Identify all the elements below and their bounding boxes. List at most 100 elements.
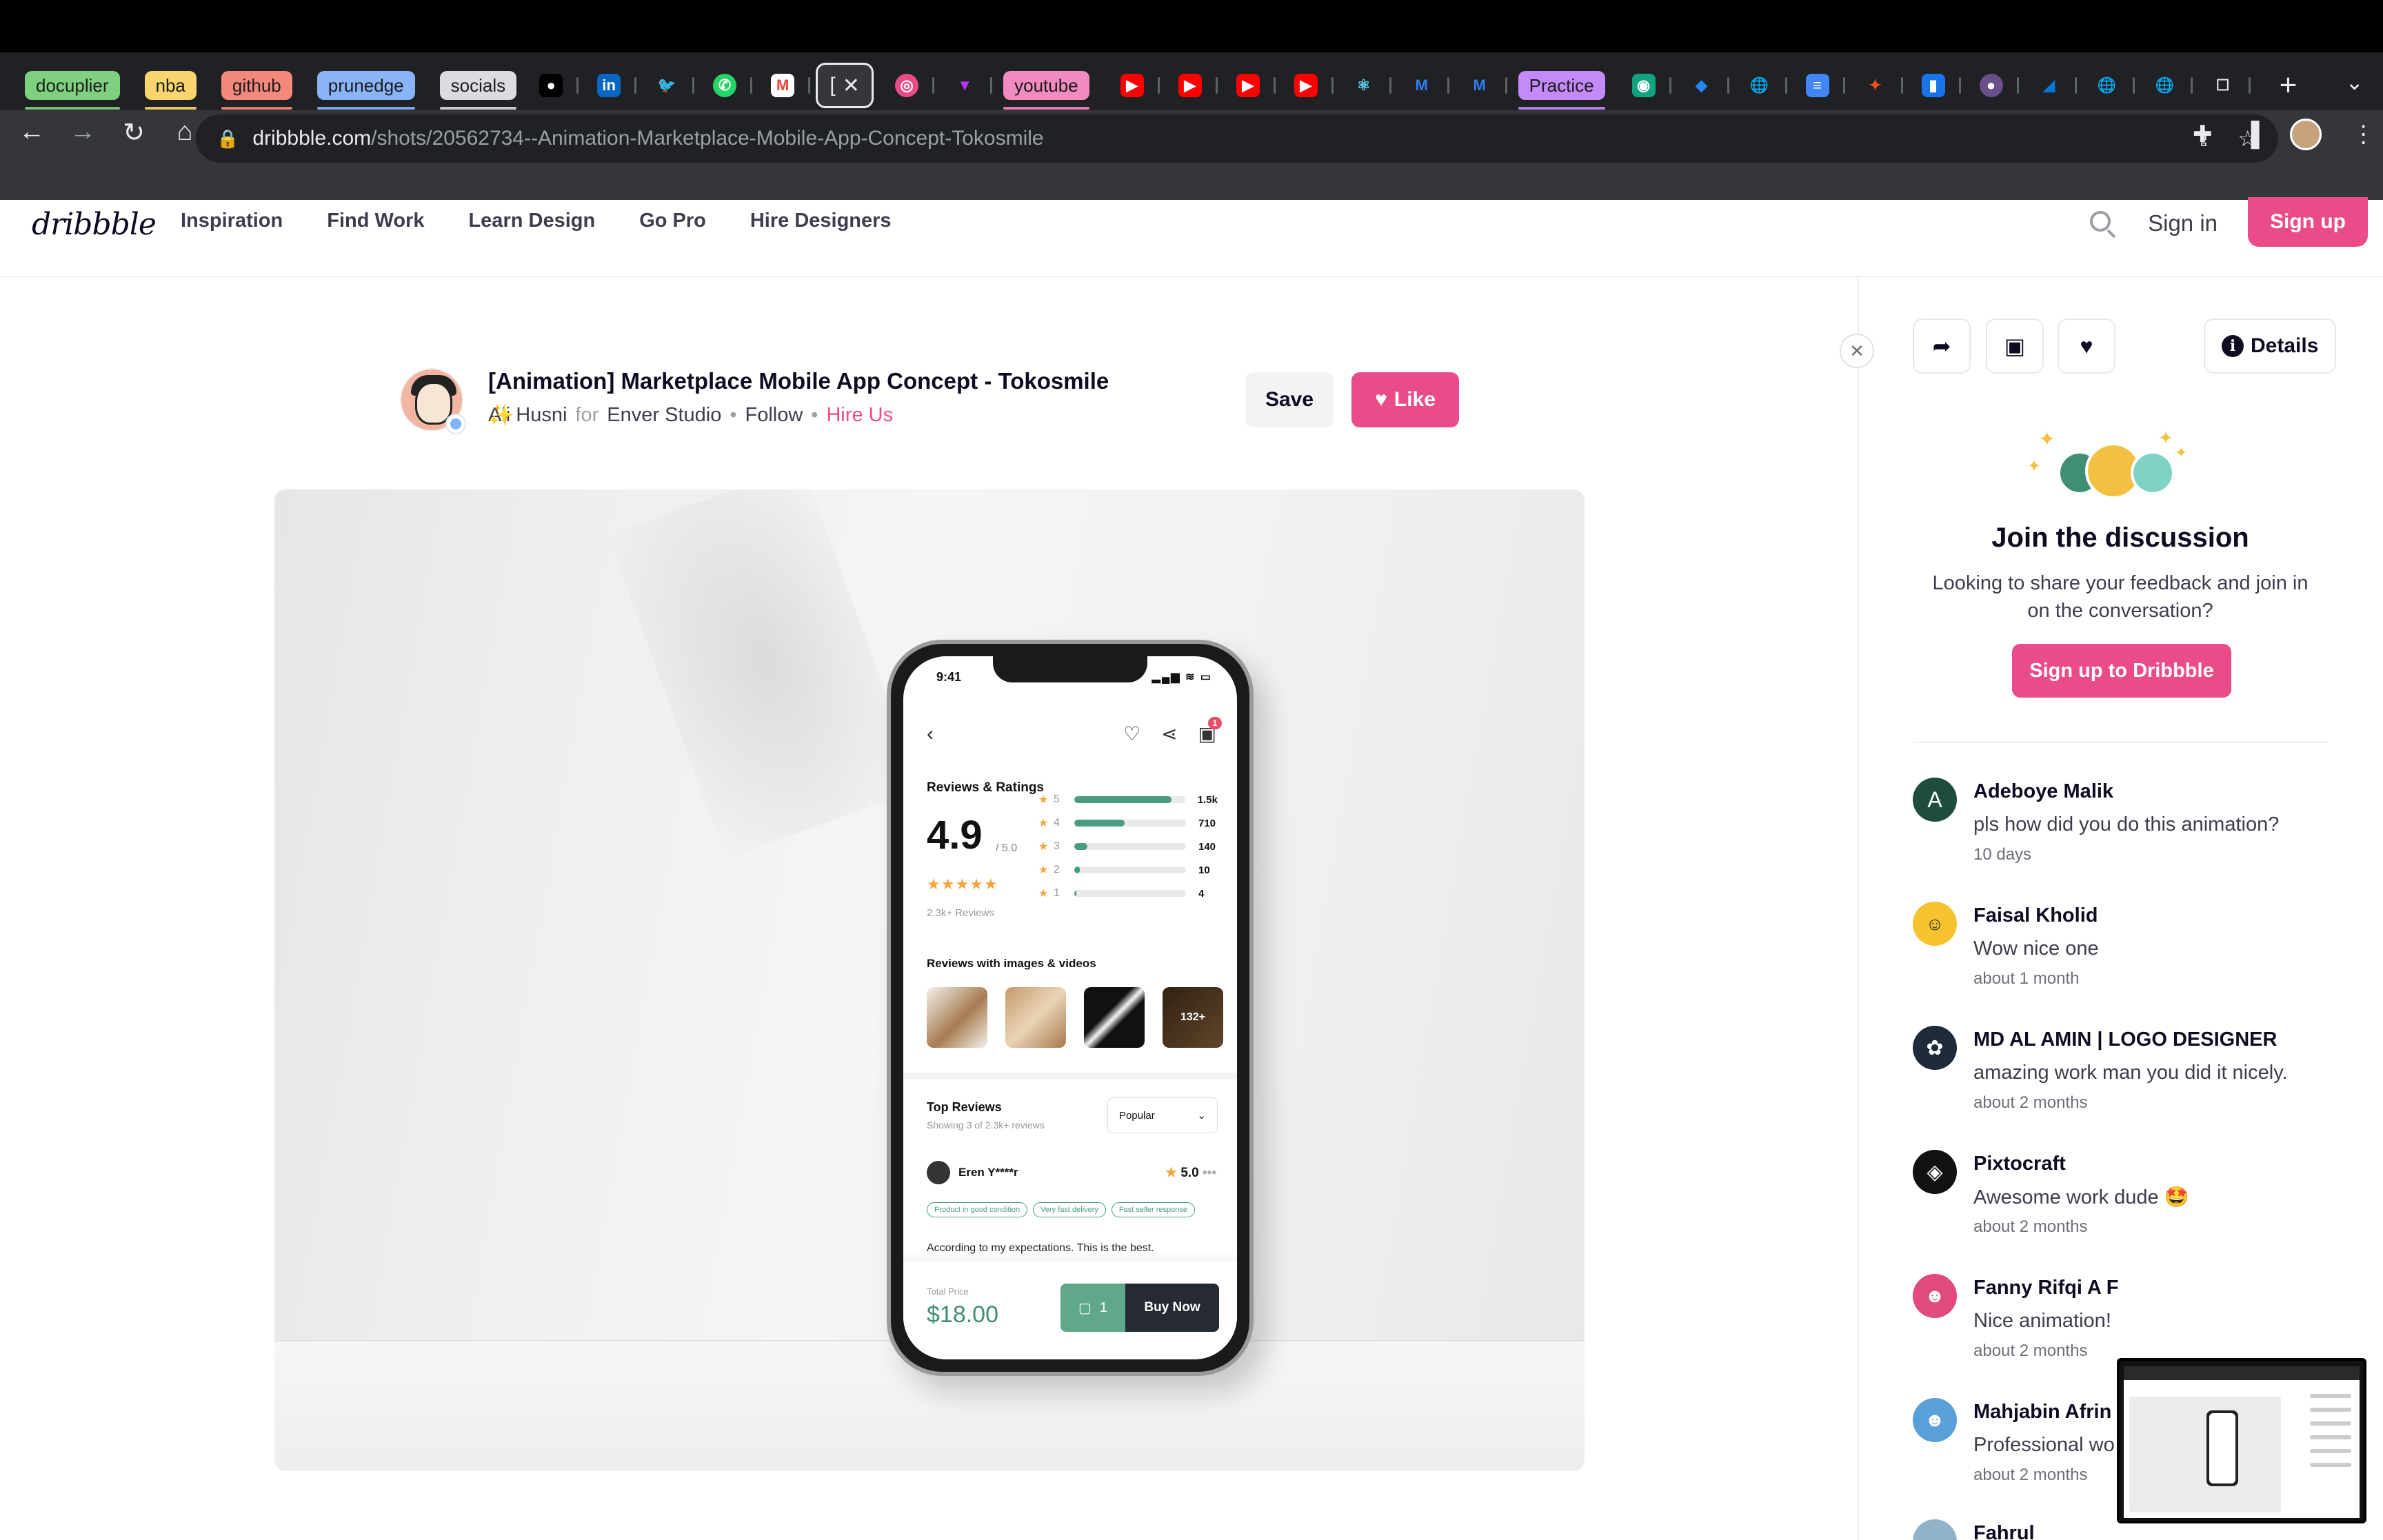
screenshot-thumbnail[interactable] [2117, 1358, 2366, 1523]
lock-icon[interactable]: 🔒 [217, 128, 239, 150]
tab-medium[interactable]: ● [522, 65, 580, 106]
linkedin-icon: in [597, 74, 621, 97]
tab-search-chevron-icon[interactable]: ⌄ [2345, 69, 2364, 95]
tab-react[interactable]: ⚛ [1335, 65, 1393, 106]
hire-us-link[interactable]: Hire Us [826, 404, 893, 427]
tab-active[interactable]: [✕ [816, 63, 874, 108]
commenter-name[interactable]: Mahjabin Afrin [1973, 1401, 2111, 1424]
commenter-name[interactable]: Adeboye Malik [1973, 780, 2113, 803]
tab-youtube-4[interactable]: ▶ [1277, 65, 1335, 106]
team-name[interactable]: Enver Studio [607, 404, 721, 427]
tab-azure[interactable]: ◢ [2020, 65, 2078, 106]
thumb-stripe [1084, 987, 1145, 1048]
phone-screen: 9:41 ▂▄▆ ≋ ▭ ‹ ♡ ⋖ ▣ 1 Reviews & Ratings … [903, 656, 1237, 1359]
extensions-icon[interactable]: ✚ [2193, 121, 2213, 148]
address-bar[interactable]: 🔒 dribbble.com/shots/20562734--Animation… [196, 114, 2278, 163]
reload-icon[interactable]: ↻ [119, 117, 149, 148]
tab-globe-3[interactable]: 🌐 [2136, 65, 2194, 106]
tab-group-practice[interactable]: Practice [1518, 71, 1605, 110]
tab-jira[interactable]: ◆ [1673, 65, 1731, 106]
tab-youtube-1[interactable]: ▶ [1103, 65, 1161, 106]
tab-globe-2[interactable]: 🌐 [2078, 65, 2136, 106]
tab-linkedin[interactable]: in [580, 65, 638, 106]
globe-icon: 🌐 [2097, 77, 2117, 94]
tab-docs[interactable]: ≡ [1789, 65, 1847, 106]
join-title: Join the discussion [1991, 523, 2249, 553]
follow-link[interactable]: Follow [745, 404, 803, 427]
bag-icon: ▣ 1 [1198, 717, 1222, 745]
shot-meta: Ali Husni ✨ for Enver Studio • Follow • … [488, 404, 893, 427]
search-icon[interactable] [2087, 208, 2118, 239]
tab-bookmark[interactable]: ▮ [1904, 65, 1962, 106]
commenter-avatar[interactable]: A [1913, 778, 1957, 822]
tab-gmail[interactable]: M [754, 65, 812, 106]
signup-dribbble-button[interactable]: Sign up to Dribbble [2012, 644, 2231, 698]
commenter-name[interactable]: Faisal Kholid [1973, 904, 2098, 927]
nav-find-work[interactable]: Find Work [327, 210, 424, 232]
comment-time: 10 days [1973, 845, 2032, 864]
tab-mui-1[interactable]: M [1393, 65, 1451, 106]
tab-youtube-3[interactable]: ▶ [1219, 65, 1277, 106]
page: docuplier nba github prunedge socials ● … [0, 0, 2383, 1540]
checkout-bar: Total Price $18.00 ▢ 1 Buy Now [903, 1262, 1237, 1359]
twitter-icon: 🐦 [657, 77, 676, 94]
details-button[interactable]: i Details [2204, 318, 2337, 374]
commenter-avatar[interactable]: ☻ [1913, 1398, 1957, 1442]
site-header: dribbble Inspiration Find Work Learn Des… [0, 197, 2383, 277]
tab-mui-2[interactable]: M [1451, 65, 1509, 106]
share-nodes-icon: ⋖ [1161, 723, 1178, 744]
nav-learn-design[interactable]: Learn Design [468, 210, 595, 232]
total-label: Total Price [927, 1286, 969, 1297]
commenter-name[interactable]: Fanny Rifqi A F [1973, 1277, 2119, 1299]
close-tab-icon[interactable]: ✕ [843, 74, 860, 98]
dribbble-logo[interactable]: dribbble [32, 207, 157, 242]
like-panel-button[interactable]: ♥ [2058, 318, 2115, 374]
tag-chip: Fast seller response [1111, 1202, 1195, 1217]
home-icon[interactable]: ⌂ [170, 117, 200, 148]
nav-hire-designers[interactable]: Hire Designers [750, 210, 892, 232]
side-panel-icon[interactable]: ▐ [2243, 121, 2260, 148]
forward-icon[interactable]: → [68, 117, 98, 148]
tab-twitter[interactable]: 🐦 [638, 65, 696, 106]
tab-figma[interactable]: ✦ [1847, 65, 1904, 106]
commenter-avatar[interactable]: ☺ [1913, 902, 1957, 946]
profile-avatar[interactable] [2289, 119, 2322, 150]
tab-group-prunedge[interactable]: prunedge [316, 71, 415, 110]
commenter-name[interactable]: MD AL AMIN | LOGO DESIGNER [1973, 1029, 2277, 1051]
back-icon[interactable]: ← [17, 117, 47, 148]
tab-chatgpt[interactable]: ◉ [1615, 65, 1673, 106]
comment-time: about 2 months [1973, 1217, 2088, 1236]
sign-up-button[interactable]: Sign up [2248, 197, 2368, 247]
commenter-avatar[interactable]: ◈ [1913, 1150, 1957, 1194]
save-button[interactable]: Save [1245, 372, 1334, 427]
commenter-name[interactable]: Pixtocraft [1973, 1153, 2066, 1175]
sign-in-link[interactable]: Sign in [2148, 210, 2218, 236]
add-to-collection-button[interactable]: ▣ [1986, 318, 2044, 374]
tab-globe-1[interactable]: 🌐 [1731, 65, 1789, 106]
tab-group-youtube[interactable]: youtube [1003, 71, 1089, 110]
tab-vite[interactable]: ▼ [936, 65, 994, 106]
new-tab-button[interactable]: + [2280, 68, 2297, 103]
tab-group-github[interactable]: github [221, 71, 292, 110]
tab-youtube-2[interactable]: ▶ [1161, 65, 1219, 106]
close-icon[interactable]: ✕ [1840, 334, 1874, 368]
tab-group-nba[interactable]: nba [144, 71, 197, 110]
commenter-name[interactable]: Fahrul [1973, 1522, 2035, 1540]
docs-icon: ≡ [1805, 74, 1829, 97]
tab-avatar-app[interactable]: ● [1962, 65, 2020, 106]
nav-go-pro[interactable]: Go Pro [639, 210, 706, 232]
tab-whatsapp[interactable]: ✆ [696, 65, 754, 106]
commenter-avatar[interactable]: ☻ [1913, 1274, 1957, 1318]
commenter-avatar[interactable]: ✿ [1913, 1026, 1957, 1070]
tab-dribbble[interactable]: ◎ [878, 65, 936, 106]
tab-blank[interactable]: ☐ [2194, 65, 2252, 106]
like-button[interactable]: ♥ Like [1351, 372, 1459, 427]
nav-inspiration[interactable]: Inspiration [181, 210, 283, 232]
tab-group-socials[interactable]: socials [439, 71, 517, 110]
tab-group-docuplier[interactable]: docuplier [25, 71, 120, 110]
comment-time: about 2 months [1973, 1466, 2088, 1484]
menu-kebab-icon[interactable]: ⋮ [2352, 121, 2375, 148]
shot-media[interactable]: 9:41 ▂▄▆ ≋ ▭ ‹ ♡ ⋖ ▣ 1 Reviews & Ratings … [274, 489, 1585, 1471]
share-button[interactable]: ➦ [1913, 318, 1971, 374]
bookmark-icon: ▮ [1921, 74, 1945, 97]
